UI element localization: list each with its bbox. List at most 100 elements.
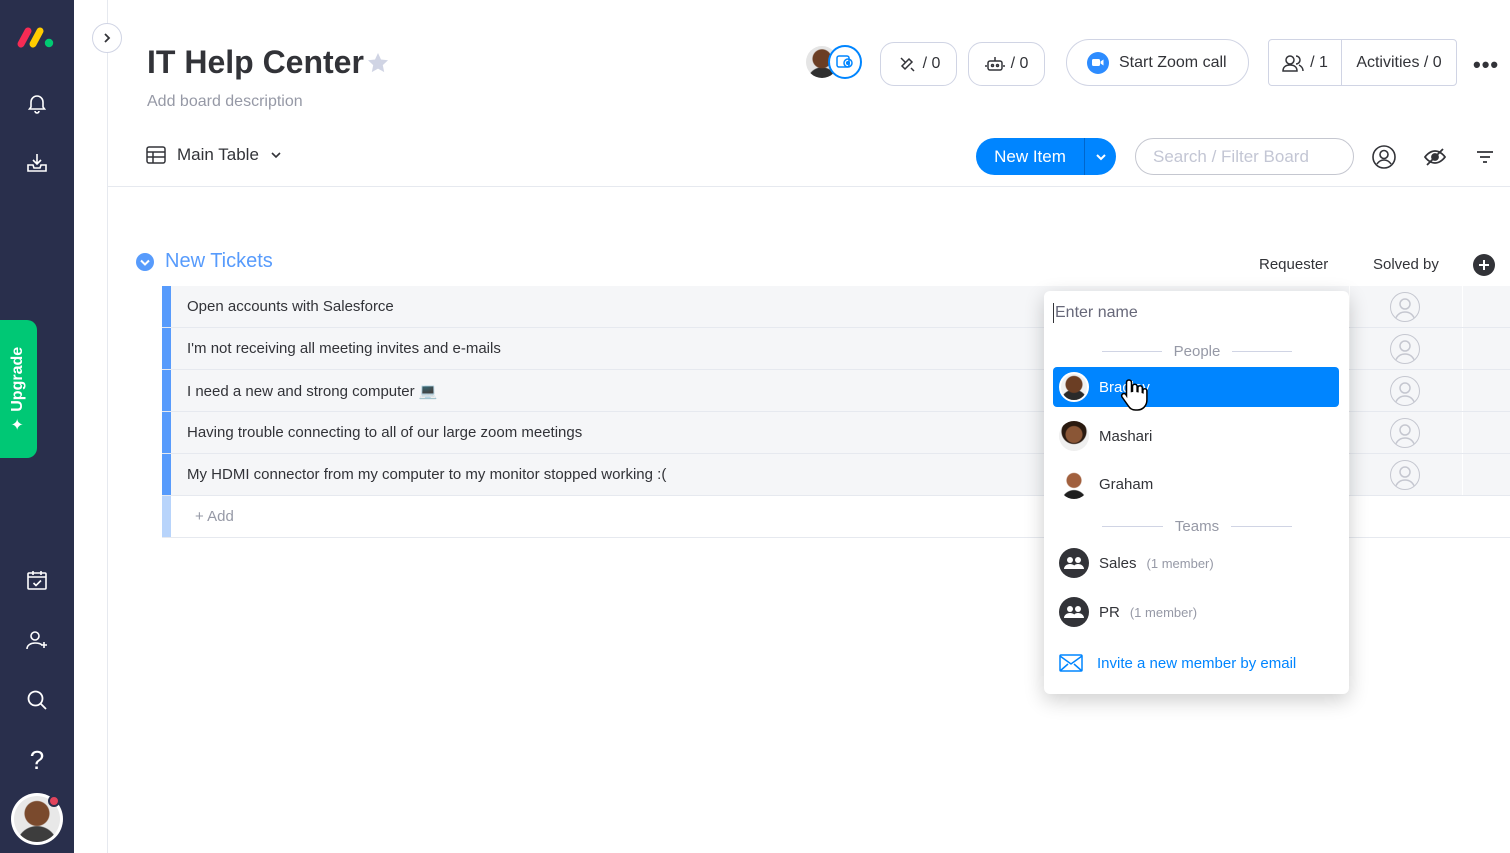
item-name[interactable]: I need a new and strong computer 💻 [187, 382, 438, 400]
search-filter-input[interactable] [1135, 138, 1354, 175]
chevron-down-icon [271, 152, 281, 159]
automations-count: / 0 [1010, 55, 1029, 72]
group-color-bar [162, 496, 171, 537]
panel-divider [107, 0, 108, 853]
chevron-down-icon [1095, 153, 1106, 160]
toolbar-divider [108, 186, 1510, 187]
cell-divider [1462, 412, 1463, 453]
cell-divider [1349, 412, 1350, 453]
cell-divider [1462, 454, 1463, 495]
board-description[interactable]: Add board description [147, 93, 303, 111]
section-line [1232, 351, 1292, 352]
start-zoom-call-button[interactable]: Start Zoom call [1066, 39, 1249, 86]
user-avatar[interactable] [11, 793, 63, 845]
left-rail: ✦ Upgrade ? [0, 0, 74, 853]
board-title[interactable]: IT Help Center [147, 44, 364, 81]
group-header[interactable]: New Tickets [135, 250, 273, 273]
section-line [1231, 526, 1292, 527]
solved-by-person-icon[interactable] [1390, 418, 1420, 448]
section-line [1102, 526, 1163, 527]
more-options-button[interactable]: ••• [1473, 52, 1499, 78]
eye-icon [836, 55, 853, 68]
board-viewers-button[interactable] [828, 45, 862, 79]
bell-icon[interactable] [22, 88, 52, 118]
star-icon[interactable] [366, 51, 390, 75]
person-option-bradley[interactable]: Bradley [1053, 367, 1339, 407]
filter-icon[interactable] [1471, 143, 1499, 171]
updates-count: / 0 [922, 55, 941, 72]
group-title[interactable]: New Tickets [165, 250, 273, 273]
solved-by-person-icon[interactable] [1390, 334, 1420, 364]
view-tab-label: Main Table [177, 145, 259, 164]
members-icon [1282, 54, 1304, 72]
collapse-group-icon[interactable] [135, 252, 155, 272]
app-root: ✦ Upgrade ? IT Help Center Add board desc… [0, 0, 1510, 853]
people-picker-dropdown: People Bradley Mashari Graham Teams Sale… [1044, 291, 1349, 694]
solved-by-person-icon[interactable] [1390, 292, 1420, 322]
automations-button[interactable]: / 0 [968, 42, 1045, 86]
activities-button[interactable]: Activities / 0 [1342, 40, 1456, 85]
cell-divider [1462, 286, 1463, 327]
avatar [1059, 421, 1089, 451]
invite-by-email-link[interactable]: Invite a new member by email [1059, 654, 1296, 672]
hide-columns-icon[interactable] [1421, 143, 1449, 171]
solved-by-person-icon[interactable] [1390, 460, 1420, 490]
add-item-input[interactable]: + Add [195, 508, 234, 525]
chevron-right-icon [104, 33, 111, 43]
help-icon[interactable]: ? [22, 745, 52, 775]
new-item-button[interactable]: New Item [976, 138, 1116, 175]
item-name[interactable]: My HDMI connector from my computer to my… [187, 466, 666, 483]
person-option-mashari[interactable]: Mashari [1053, 416, 1339, 456]
person-name: Graham [1099, 475, 1154, 493]
zoom-icon [1087, 51, 1109, 74]
search-icon[interactable] [22, 685, 52, 715]
cell-divider [1462, 328, 1463, 369]
teams-section-header: Teams [1102, 518, 1292, 535]
group-color-bar [162, 412, 171, 453]
calendar-check-icon[interactable] [22, 565, 52, 595]
cell-divider [1349, 328, 1350, 369]
table-icon [146, 146, 166, 164]
section-line [1102, 351, 1162, 352]
members-count: / 1 [1310, 53, 1328, 71]
integrations-icon [900, 57, 915, 72]
members-button[interactable]: / 1 [1269, 40, 1342, 85]
team-name: PR [1099, 603, 1120, 621]
monday-logo-icon[interactable] [16, 24, 58, 50]
person-option-graham[interactable]: Graham [1053, 464, 1339, 504]
members-activities-group: / 1 Activities / 0 [1268, 39, 1457, 86]
envelope-icon [1059, 654, 1083, 672]
team-icon [1059, 548, 1089, 578]
cell-divider [1349, 370, 1350, 411]
hand-cursor-icon [1120, 379, 1148, 411]
inbox-download-icon[interactable] [22, 148, 52, 178]
people-section-label: People [1173, 343, 1221, 360]
expand-panel-button[interactable] [92, 23, 122, 53]
item-name[interactable]: Having trouble connecting to all of our … [187, 424, 582, 441]
add-column-button[interactable] [1473, 254, 1495, 276]
item-name[interactable]: Open accounts with Salesforce [187, 298, 394, 315]
group-color-bar [162, 328, 171, 369]
view-tab-main-table[interactable]: Main Table [145, 144, 283, 166]
person-filter-icon[interactable] [1370, 143, 1398, 171]
cell-divider [1462, 370, 1463, 411]
group-color-bar [162, 454, 171, 495]
team-option-sales[interactable]: Sales (1 member) [1053, 543, 1339, 583]
teams-section-label: Teams [1174, 518, 1220, 535]
robot-icon [984, 57, 1005, 71]
item-name[interactable]: I'm not receiving all meeting invites an… [187, 340, 501, 357]
upgrade-button[interactable]: ✦ Upgrade [0, 320, 37, 458]
solved-by-person-icon[interactable] [1390, 376, 1420, 406]
team-option-pr[interactable]: PR (1 member) [1053, 592, 1339, 632]
new-item-dropdown-button[interactable] [1085, 150, 1116, 164]
column-header-solved-by[interactable]: Solved by [1373, 256, 1439, 273]
group-color-bar [162, 286, 171, 327]
cell-divider [1349, 286, 1350, 327]
column-header-requester[interactable]: Requester [1259, 256, 1328, 273]
invite-user-icon[interactable] [22, 625, 52, 655]
plus-icon [1479, 260, 1489, 270]
sparkle-icon: ✦ [10, 417, 28, 432]
team-member-count: (1 member) [1146, 555, 1214, 571]
enter-name-input[interactable] [1053, 303, 1338, 323]
updates-button[interactable]: / 0 [880, 42, 957, 86]
